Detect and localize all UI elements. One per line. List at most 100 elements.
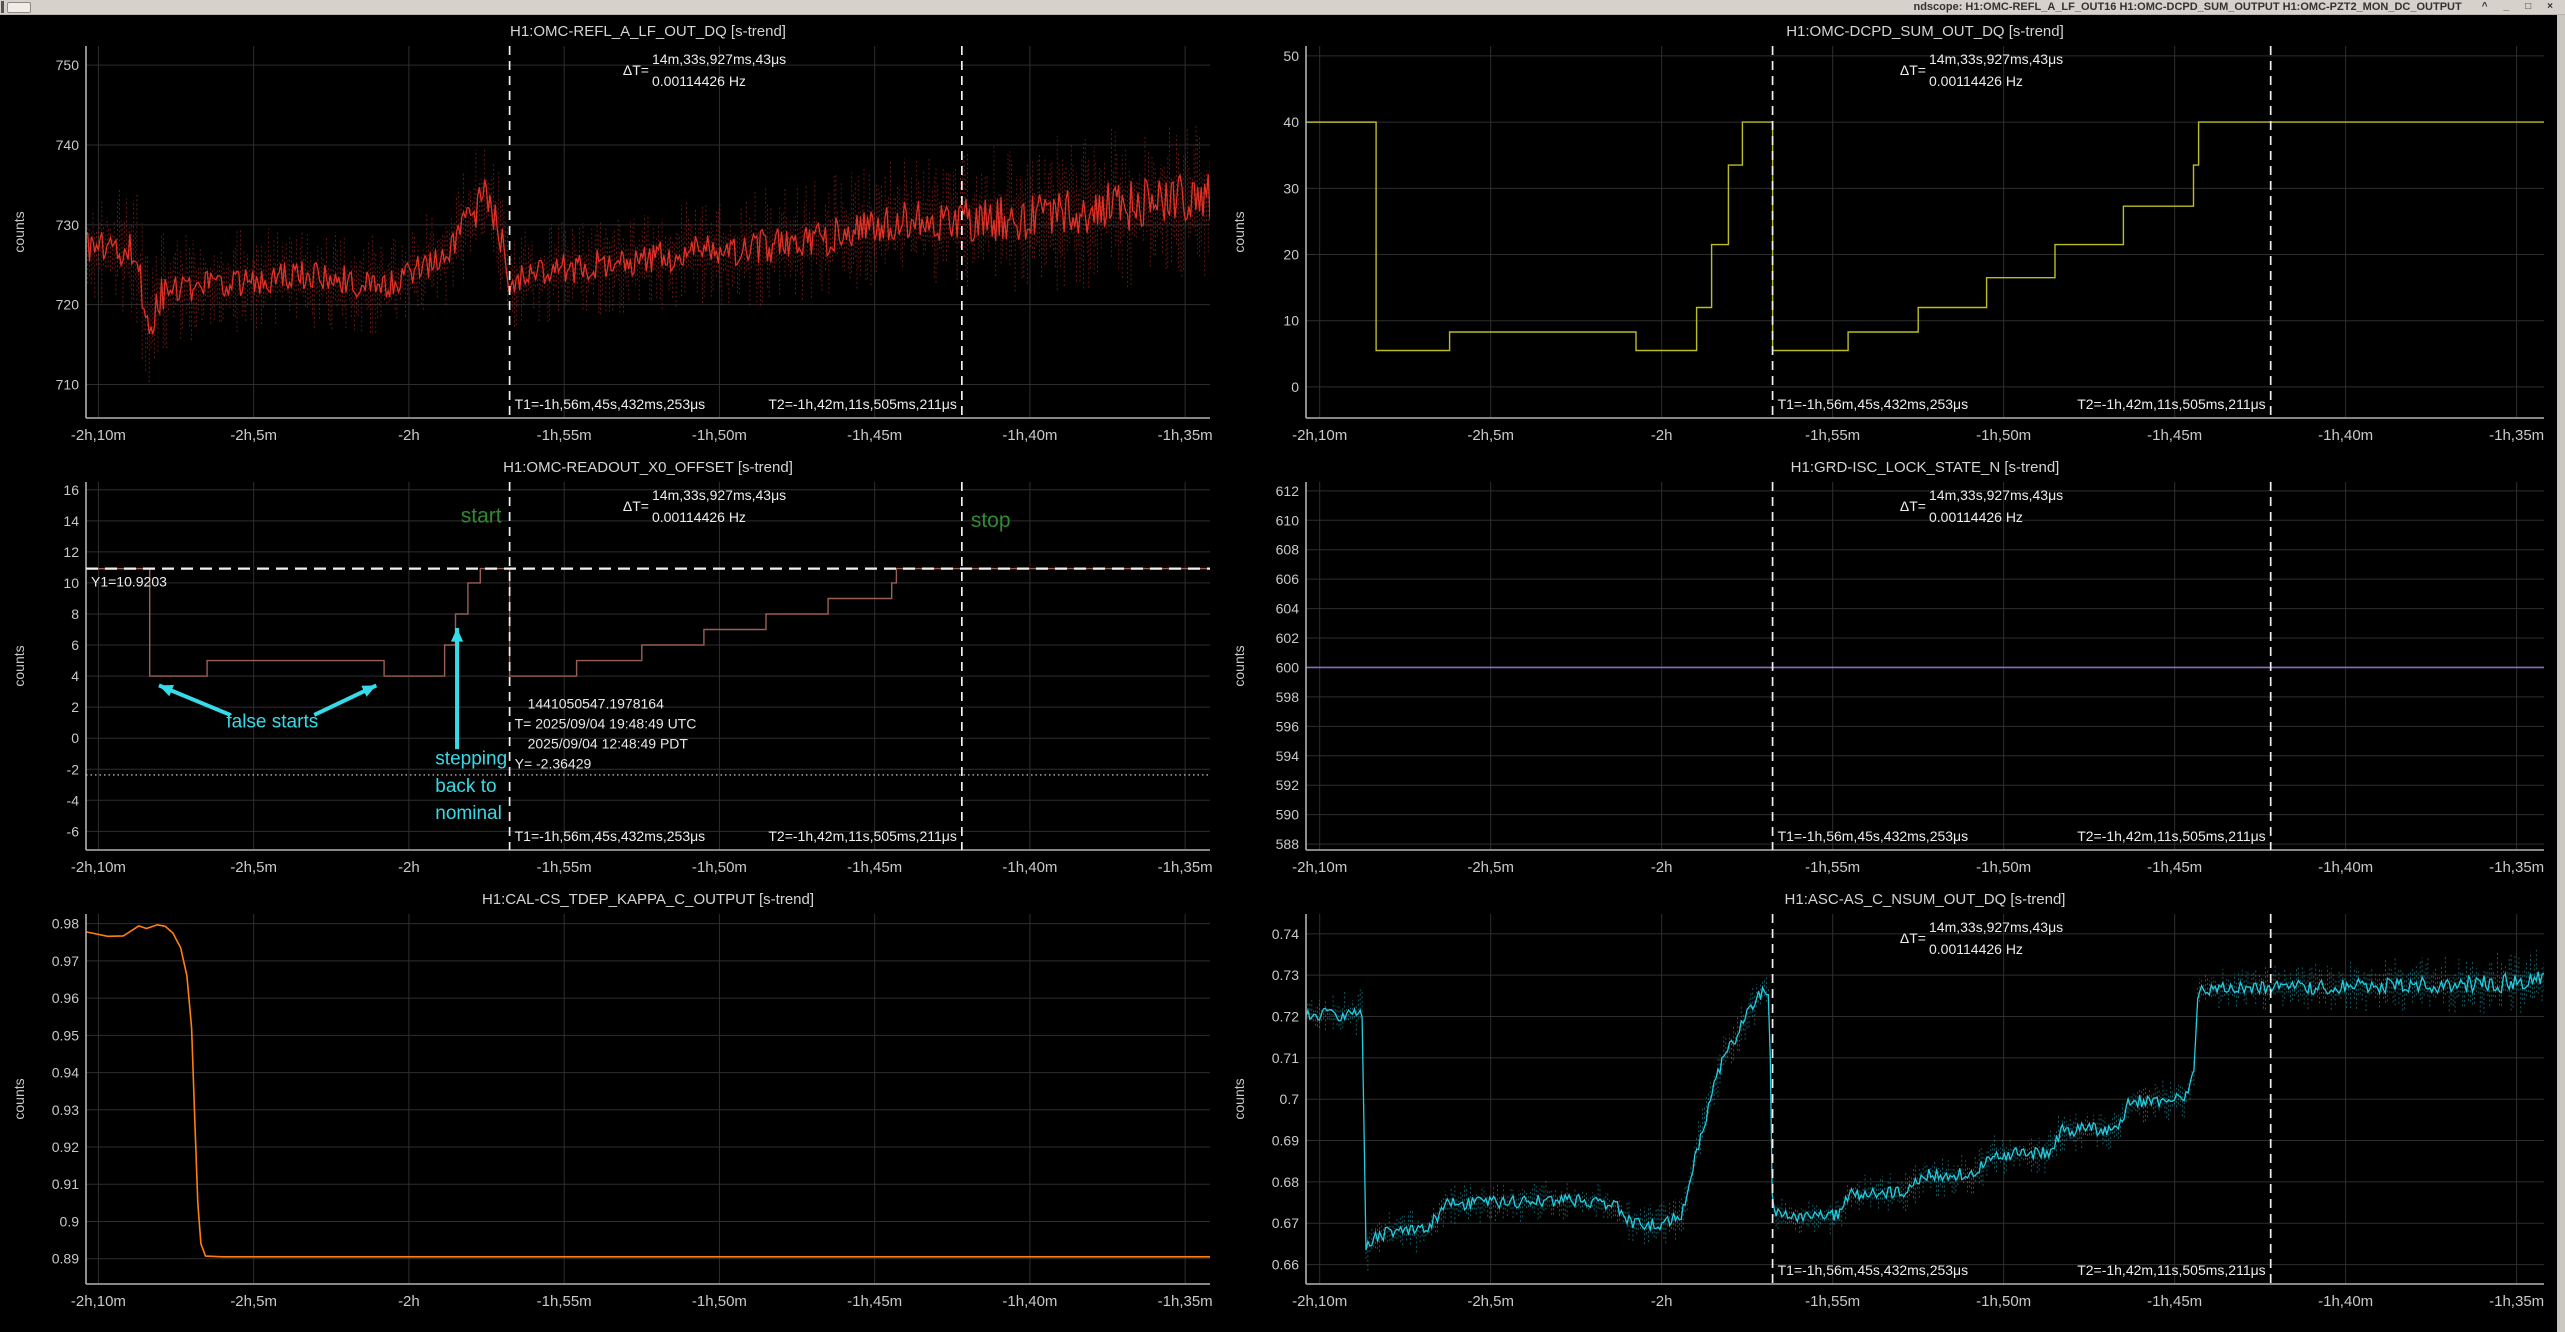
delta-t-prefix: ΔT=: [623, 498, 649, 514]
shade-button[interactable]: ^: [2482, 1, 2488, 13]
y-tick-label: 602: [1276, 630, 1300, 646]
plot-panel-omc-readout-offset: 1614121086420-2-4-6-2h,10m-2h,5m-2h-1h,5…: [8, 454, 1220, 886]
t1-cursor-label: T1=-1h,56m,45s,432ms,253μs: [1778, 396, 1969, 412]
x-tick-label: -2h,10m: [71, 1293, 126, 1310]
window-titlebar[interactable]: ndscope: H1:OMC-REFL_A_LF_OUT16 H1:OMC-D…: [0, 0, 2565, 15]
x-tick-label: -2h: [398, 427, 420, 444]
x-tick-label: -2h,5m: [230, 1293, 277, 1310]
delta-t-freq: 0.00114426 Hz: [1929, 941, 2023, 957]
x-tick-label: -1h,55m: [537, 1293, 592, 1310]
crosshair-readout-line: T= 2025/09/04 19:48:49 UTC: [515, 716, 697, 732]
x-tick-label: -1h,40m: [1002, 427, 1057, 444]
x-tick-label: -1h,40m: [1002, 859, 1057, 876]
y-tick-label: 0.72: [1272, 1009, 1299, 1025]
y-axis-label: counts: [1231, 211, 1247, 252]
app-icon[interactable]: [7, 2, 31, 13]
t1-cursor-label: T1=-1h,56m,45s,432ms,253μs: [1778, 828, 1969, 844]
y-tick-label: 588: [1276, 836, 1300, 852]
t1-cursor-label: T1=-1h,56m,45s,432ms,253μs: [515, 828, 706, 844]
plot-title: H1:OMC-READOUT_X0_OFFSET [s-trend]: [503, 459, 793, 476]
y-tick-label: 0.98: [52, 916, 79, 932]
y-axis-label: counts: [11, 645, 27, 686]
maximize-button[interactable]: □: [2525, 1, 2531, 13]
y-tick-label: 0.93: [52, 1102, 79, 1118]
plot-area-grd-isc-lock-state[interactable]: [1306, 482, 2544, 850]
y-tick-label: 6: [71, 637, 79, 653]
y-tick-label: -6: [67, 823, 80, 839]
x-tick-label: -2h: [1651, 1293, 1673, 1310]
stop-label: stop: [971, 509, 1011, 532]
t1-cursor-label: T1=-1h,56m,45s,432ms,253μs: [1778, 1262, 1969, 1278]
minimize-button[interactable]: _: [2504, 1, 2510, 13]
x-tick-label: -2h: [1651, 427, 1673, 444]
delta-t-freq: 0.00114426 Hz: [652, 509, 746, 525]
y-axis-label: counts: [11, 211, 27, 252]
plot-area-cal-kappa-c[interactable]: [86, 914, 1210, 1284]
y-tick-label: 720: [56, 297, 80, 313]
plot-panel-omc-dcpd-sum: 50403020100-2h,10m-2h,5m-2h-1h,55m-1h,50…: [1228, 18, 2554, 454]
x-tick-label: -1h,35m: [1158, 427, 1213, 444]
plot-area-omc-dcpd-sum[interactable]: [1306, 46, 2544, 418]
y-tick-label: 0.68: [1272, 1174, 1299, 1190]
x-tick-label: -1h,50m: [692, 427, 747, 444]
y-tick-label: 610: [1276, 512, 1300, 528]
delta-t-time: 14m,33s,927ms,43μs: [1929, 919, 2063, 935]
y-tick-label: 612: [1276, 483, 1300, 499]
y-tick-label: 16: [63, 482, 79, 498]
close-button[interactable]: ×: [2547, 1, 2553, 13]
delta-t-time: 14m,33s,927ms,43μs: [1929, 487, 2063, 503]
y-tick-label: 0.7: [1280, 1091, 1300, 1107]
y-tick-label: 596: [1276, 718, 1300, 734]
plot-title: H1:OMC-REFL_A_LF_OUT_DQ [s-trend]: [510, 23, 786, 40]
y-tick-label: 12: [63, 544, 79, 560]
x-tick-label: -1h,50m: [692, 859, 747, 876]
y-tick-label: 0.71: [1272, 1050, 1299, 1066]
x-tick-label: -1h,35m: [2489, 859, 2544, 876]
x-tick-label: -2h,10m: [1292, 1293, 1347, 1310]
y-tick-label: 10: [63, 575, 79, 591]
y-tick-label: 0.9: [60, 1213, 80, 1229]
x-tick-label: -1h,45m: [2147, 1293, 2202, 1310]
y-tick-label: 30: [1283, 180, 1299, 196]
crosshair-readout-line: 1441050547.1978164: [528, 696, 664, 712]
plot-panel-grd-isc-lock-state: 612610608606604602600598596594592590588-…: [1228, 454, 2554, 886]
x-tick-label: -1h,40m: [2318, 1293, 2373, 1310]
y-tick-label: 592: [1276, 777, 1300, 793]
x-tick-label: -1h,55m: [537, 859, 592, 876]
x-tick-label: -1h,45m: [2147, 859, 2202, 876]
y-tick-label: 14: [63, 513, 79, 529]
y-tick-label: 0.74: [1272, 926, 1299, 942]
plot-title: H1:OMC-DCPD_SUM_OUT_DQ [s-trend]: [1786, 23, 2064, 40]
y-tick-label: 590: [1276, 807, 1300, 823]
x-tick-label: -1h,40m: [1002, 1293, 1057, 1310]
y-tick-label: 0.97: [52, 953, 79, 969]
x-tick-label: -1h,45m: [847, 859, 902, 876]
plot-area-omc-readout-offset[interactable]: [86, 482, 1210, 850]
x-tick-label: -1h,55m: [1805, 859, 1860, 876]
crosshair-readout-line: 2025/09/04 12:48:49 PDT: [528, 736, 689, 752]
delta-t-prefix: ΔT=: [1900, 62, 1926, 78]
x-tick-label: -2h,10m: [1292, 859, 1347, 876]
t2-cursor-label: T2=-1h,42m,11s,505ms,211μs: [2077, 396, 2265, 412]
delta-t-prefix: ΔT=: [1900, 498, 1926, 514]
delta-t-time: 14m,33s,927ms,43μs: [1929, 51, 2063, 67]
y-tick-label: 0.94: [52, 1065, 79, 1081]
plot-area-asc-as-c-nsum[interactable]: [1306, 914, 2544, 1284]
y-tick-label: 50: [1283, 48, 1299, 64]
x-tick-label: -1h,50m: [1976, 859, 2031, 876]
y-tick-label: 10: [1283, 313, 1299, 329]
false-starts-label: false starts: [226, 711, 318, 732]
window-buttons: ^ _ □ ×: [2462, 1, 2565, 13]
x-tick-label: -1h,55m: [1805, 1293, 1860, 1310]
x-tick-label: -1h,45m: [847, 427, 902, 444]
y-tick-label: 710: [56, 376, 80, 392]
window-corner-mark: [1, 1, 4, 13]
delta-t-time: 14m,33s,927ms,43μs: [652, 487, 786, 503]
x-tick-label: -1h,45m: [847, 1293, 902, 1310]
y-tick-label: 0.89: [52, 1251, 79, 1267]
t2-cursor-label: T2=-1h,42m,11s,505ms,211μs: [768, 396, 956, 412]
x-tick-label: -2h,5m: [230, 859, 277, 876]
x-tick-label: -2h: [398, 859, 420, 876]
plot-title: H1:CAL-CS_TDEP_KAPPA_C_OUTPUT [s-trend]: [482, 891, 814, 908]
plot-panel-asc-as-c-nsum: 0.740.730.720.710.70.690.680.670.66-2h,1…: [1228, 886, 2554, 1320]
